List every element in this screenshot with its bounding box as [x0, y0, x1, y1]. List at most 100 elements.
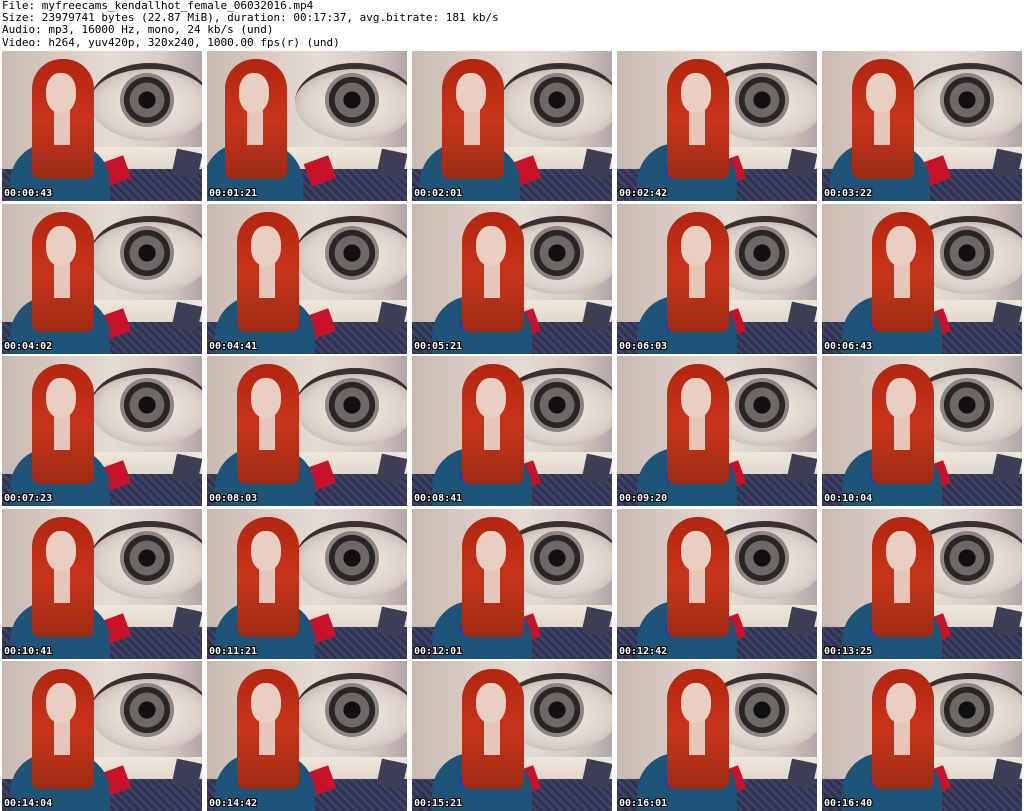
video-thumbnail: 00:14:04 — [2, 661, 202, 811]
thumbnail-timestamp: 00:00:43 — [4, 188, 53, 199]
file-name-line: File: myfreecams_kendallhot_female_06032… — [2, 0, 314, 12]
thumbnail-iris — [325, 225, 379, 280]
thumbnail-face — [476, 225, 506, 266]
thumbnail-neck — [54, 109, 70, 145]
thumbnail-iris — [940, 225, 994, 280]
video-thumbnail: 00:12:42 — [617, 508, 817, 659]
thumbnail-face — [46, 530, 76, 571]
thumbnail-face — [681, 225, 711, 266]
video-thumbnail: 00:10:04 — [822, 356, 1022, 506]
thumbnail-timestamp: 00:12:42 — [619, 645, 668, 657]
thumbnail-face — [886, 530, 916, 571]
thumbnail-neck — [894, 414, 910, 450]
video-thumbnail: 00:02:01 — [412, 51, 612, 201]
thumbnail-timestamp: 00:15:21 — [414, 798, 463, 809]
thumbnail-face — [681, 683, 711, 723]
thumbnail-pillow2 — [786, 148, 817, 180]
video-thumbnail: 00:04:02 — [2, 203, 202, 354]
thumbnail-timestamp: 00:16:01 — [619, 798, 668, 809]
thumbnail-neck — [259, 414, 275, 450]
thumbnail-iris — [530, 73, 584, 127]
thumbnail-iris — [530, 530, 584, 585]
thumbnail-timestamp: 00:06:43 — [824, 340, 873, 352]
thumbnail-iris — [940, 530, 994, 585]
thumbnail-pillow2 — [171, 301, 202, 332]
video-thumbnail: 00:07:23 — [2, 356, 202, 506]
thumbnail-neck — [54, 566, 70, 603]
thumbnail-pillow2 — [581, 148, 612, 180]
thumbnail-pillow2 — [786, 606, 817, 637]
thumbnail-neck — [464, 109, 480, 145]
video-thumbnail: 00:16:40 — [822, 661, 1022, 811]
thumbnail-face — [866, 73, 896, 113]
thumbnail-timestamp: 00:10:41 — [4, 645, 53, 657]
thumbnail-face — [251, 530, 281, 571]
thumbnail-neck — [54, 719, 70, 755]
thumbnail-neck — [689, 261, 705, 298]
thumbnail-timestamp: 00:12:01 — [414, 645, 463, 657]
thumbnail-pillow2 — [171, 758, 202, 790]
thumbnail-face — [681, 530, 711, 571]
thumbnail-face — [239, 73, 269, 113]
thumbnail-pillow2 — [376, 148, 407, 180]
thumbnail-face — [476, 378, 506, 418]
thumbnail-timestamp: 00:01:21 — [209, 188, 258, 199]
thumbnail-pillow2 — [376, 301, 407, 332]
thumbnail-neck — [894, 261, 910, 298]
thumbnail-neck — [484, 566, 500, 603]
thumbnail-neck — [259, 719, 275, 755]
thumbnail-pillow2 — [991, 758, 1022, 790]
thumbnail-neck — [484, 261, 500, 298]
thumbnail-iris — [735, 530, 789, 585]
thumbnail-pillow2 — [171, 148, 202, 180]
thumbnail-face — [251, 683, 281, 723]
video-thumbnail: 00:12:01 — [412, 508, 612, 659]
thumbnail-face — [456, 73, 486, 113]
video-thumbnail: 00:15:21 — [412, 661, 612, 811]
thumbnail-iris — [530, 225, 584, 280]
thumbnail-timestamp: 00:10:04 — [824, 493, 873, 504]
thumbnail-face — [46, 225, 76, 266]
video-thumbnail: 00:09:20 — [617, 356, 817, 506]
thumbnail-neck — [484, 719, 500, 755]
thumbnail-iris — [940, 73, 994, 127]
thumbnail-neck — [894, 719, 910, 755]
video-thumbnail: 00:02:42 — [617, 51, 817, 201]
video-thumbnail: 00:01:21 — [207, 51, 407, 201]
video-thumbnail: 00:08:03 — [207, 356, 407, 506]
thumbnail-neck — [689, 109, 705, 145]
thumbnail-face — [46, 378, 76, 418]
thumbnail-iris — [120, 530, 174, 585]
thumbnail-face — [886, 378, 916, 418]
thumbnail-neck — [484, 414, 500, 450]
thumbnail-timestamp: 00:14:04 — [4, 798, 53, 809]
thumbnail-iris — [120, 73, 174, 127]
thumbnail-timestamp: 00:06:03 — [619, 340, 668, 352]
thumbnail-iris — [120, 378, 174, 432]
thumbnail-face — [46, 683, 76, 723]
thumbnail-neck — [689, 414, 705, 450]
thumbnail-timestamp: 00:16:40 — [824, 798, 873, 809]
thumbnail-timestamp: 00:04:02 — [4, 340, 53, 352]
video-thumbnail: 00:16:01 — [617, 661, 817, 811]
thumbnail-iris — [530, 378, 584, 432]
thumbnail-iris — [325, 73, 379, 127]
video-thumbnail: 00:11:21 — [207, 508, 407, 659]
thumbnail-pillow2 — [581, 453, 612, 485]
thumbnail-pillow2 — [991, 606, 1022, 637]
thumbnail-face — [886, 225, 916, 266]
thumbnail-neck — [689, 566, 705, 603]
thumbnail-face — [886, 683, 916, 723]
thumbnail-iris — [940, 378, 994, 432]
thumbnail-face — [251, 378, 281, 418]
thumbnail-pillow2 — [786, 758, 817, 790]
video-thumbnail: 00:06:03 — [617, 203, 817, 354]
thumbnail-iris — [735, 683, 789, 737]
thumbnail-timestamp: 00:02:01 — [414, 188, 463, 199]
thumbnail-iris — [735, 73, 789, 127]
thumbnail-neck — [894, 566, 910, 603]
video-thumbnail: 00:13:25 — [822, 508, 1022, 659]
thumbnail-iris — [325, 530, 379, 585]
thumbnail-iris — [735, 378, 789, 432]
thumbnail-iris — [530, 683, 584, 737]
